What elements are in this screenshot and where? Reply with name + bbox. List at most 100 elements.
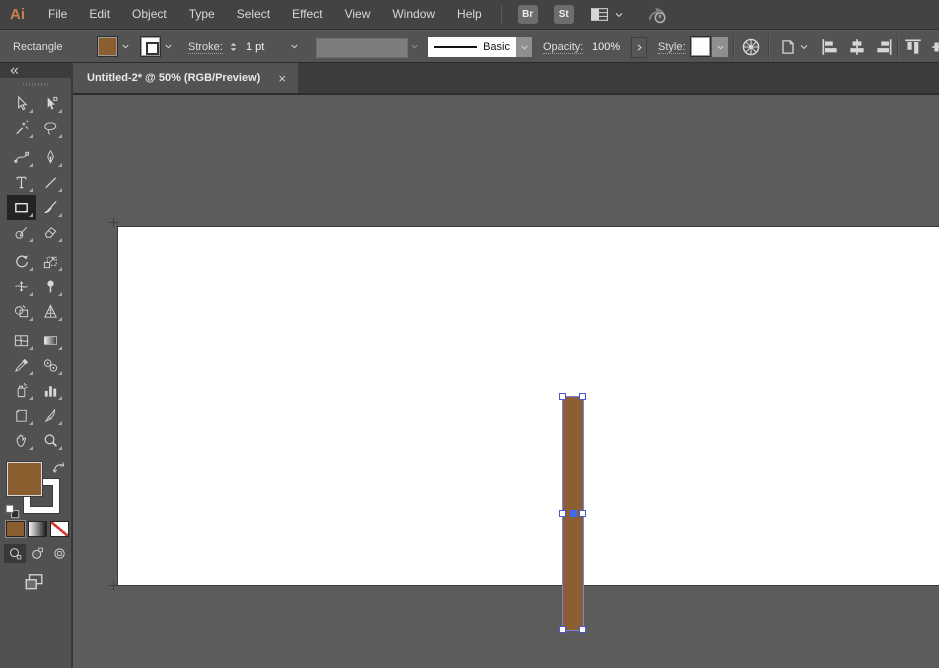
menu-object[interactable]: Object xyxy=(121,0,178,29)
draw-normal-icon[interactable] xyxy=(8,546,23,561)
pen-tool[interactable] xyxy=(36,145,65,170)
tools-grid xyxy=(0,91,71,453)
gradient-tool[interactable] xyxy=(36,328,65,353)
opacity-more-button[interactable] xyxy=(631,37,647,58)
stroke-label[interactable]: Stroke: xyxy=(188,41,223,54)
app-sync-icon[interactable] xyxy=(645,4,669,26)
menu-effect[interactable]: Effect xyxy=(281,0,333,29)
puppet-warp-tool[interactable] xyxy=(36,274,65,299)
artboard-tool[interactable] xyxy=(7,403,36,428)
style-chevron-icon[interactable] xyxy=(712,37,728,57)
selection-handle-top-right[interactable] xyxy=(579,393,586,400)
rectangle-tool-icon xyxy=(13,199,30,216)
stock-button[interactable]: St xyxy=(554,5,574,24)
color-button[interactable] xyxy=(6,521,25,537)
menu-file[interactable]: File xyxy=(37,0,78,29)
vertical-align-top-icon[interactable] xyxy=(903,37,923,57)
collapse-panels-icon[interactable] xyxy=(8,65,21,78)
selection-tool[interactable] xyxy=(7,91,36,116)
document-tab[interactable]: Untitled-2* @ 50% (RGB/Preview) × xyxy=(73,63,298,93)
puppet-warp-tool-icon xyxy=(42,278,59,295)
controlbar-separator xyxy=(897,35,898,59)
transform-chevron-icon[interactable] xyxy=(798,41,810,53)
style-label[interactable]: Style: xyxy=(658,41,686,54)
horizontal-align-left-icon[interactable] xyxy=(820,37,840,57)
selection-handle-bottom-right[interactable] xyxy=(579,626,586,633)
shaper-tool[interactable] xyxy=(7,220,36,245)
bridge-button[interactable]: Br xyxy=(518,5,538,24)
line-segment-tool[interactable] xyxy=(36,170,65,195)
brush-definition-select[interactable]: Basic xyxy=(428,37,516,57)
mesh-tool[interactable] xyxy=(7,328,36,353)
draw-behind-icon[interactable] xyxy=(30,546,45,561)
tools-zone xyxy=(0,63,73,668)
eyedropper-tool[interactable] xyxy=(7,353,36,378)
crop-mark xyxy=(109,581,118,590)
gradient-button[interactable] xyxy=(28,521,47,537)
perspective-grid-tool[interactable] xyxy=(36,299,65,324)
draw-inside-icon[interactable] xyxy=(52,546,67,561)
selection-center-point[interactable] xyxy=(570,510,577,517)
fill-color-indicator[interactable] xyxy=(7,462,42,496)
scale-tool[interactable] xyxy=(36,249,65,274)
change-screen-mode-icon[interactable] xyxy=(22,572,46,592)
canvas-area[interactable] xyxy=(73,95,939,668)
artboard[interactable] xyxy=(118,227,939,585)
fill-color-swatch[interactable] xyxy=(97,36,118,57)
menu-type[interactable]: Type xyxy=(178,0,226,29)
shape-builder-tool[interactable] xyxy=(7,299,36,324)
selection-handle-top-left[interactable] xyxy=(559,393,566,400)
magic-wand-tool[interactable] xyxy=(7,116,36,141)
variable-width-profile-select xyxy=(316,38,408,58)
brush-name: Basic xyxy=(483,41,516,53)
rectangle-tool[interactable] xyxy=(7,195,36,220)
recolor-artwork-icon[interactable] xyxy=(741,37,761,57)
brush-chevron-icon[interactable] xyxy=(516,37,532,57)
blend-tool[interactable] xyxy=(36,353,65,378)
menu-help[interactable]: Help xyxy=(446,0,493,29)
eraser-tool[interactable] xyxy=(36,220,65,245)
fill-swatch-chevron-icon[interactable] xyxy=(119,36,132,57)
stroke-weight-chevron-icon[interactable] xyxy=(288,36,301,57)
opacity-value[interactable]: 100% xyxy=(592,41,620,53)
selection-handle-mid-left[interactable] xyxy=(559,510,566,517)
slice-tool[interactable] xyxy=(36,403,65,428)
menu-edit[interactable]: Edit xyxy=(78,0,121,29)
stroke-color-swatch[interactable] xyxy=(140,36,161,57)
stroke-swatch-chevron-icon[interactable] xyxy=(162,36,175,57)
slice-tool-icon xyxy=(42,407,59,424)
hand-tool[interactable] xyxy=(7,428,36,453)
chevron-down-icon[interactable] xyxy=(613,9,625,21)
type-tool[interactable] xyxy=(7,170,36,195)
lasso-tool[interactable] xyxy=(36,116,65,141)
paintbrush-tool[interactable] xyxy=(36,195,65,220)
vertical-align-center-icon[interactable] xyxy=(930,37,939,57)
rotate-tool[interactable] xyxy=(7,249,36,274)
menu-view[interactable]: View xyxy=(334,0,382,29)
type-tool-icon xyxy=(13,174,30,191)
stroke-weight-value[interactable]: 1 pt xyxy=(246,41,264,53)
column-graph-tool[interactable] xyxy=(36,378,65,403)
horizontal-align-right-icon[interactable] xyxy=(874,37,894,57)
opacity-label[interactable]: Opacity: xyxy=(543,41,583,54)
menu-window[interactable]: Window xyxy=(381,0,446,29)
workspace-switcher-icon[interactable] xyxy=(590,5,609,24)
width-tool[interactable] xyxy=(7,274,36,299)
none-button[interactable] xyxy=(50,521,69,537)
default-fill-stroke-icon[interactable] xyxy=(5,504,20,519)
free-transform-doc-icon[interactable] xyxy=(778,37,798,57)
zoom-tool[interactable] xyxy=(36,428,65,453)
stroke-weight-stepper[interactable] xyxy=(228,37,239,57)
menu-select[interactable]: Select xyxy=(226,0,281,29)
swap-fill-stroke-icon[interactable] xyxy=(51,460,67,476)
direct-selection-tool[interactable] xyxy=(36,91,65,116)
curvature-tool[interactable] xyxy=(7,145,36,170)
menubar-right-icons xyxy=(574,4,669,26)
symbol-sprayer-tool[interactable] xyxy=(7,378,36,403)
horizontal-align-center-icon[interactable] xyxy=(847,37,867,57)
style-swatch[interactable] xyxy=(690,36,711,57)
selection-handle-bottom-left[interactable] xyxy=(559,626,566,633)
tab-close-button[interactable]: × xyxy=(278,72,286,85)
panel-grip[interactable] xyxy=(23,83,49,86)
selection-handle-mid-right[interactable] xyxy=(579,510,586,517)
